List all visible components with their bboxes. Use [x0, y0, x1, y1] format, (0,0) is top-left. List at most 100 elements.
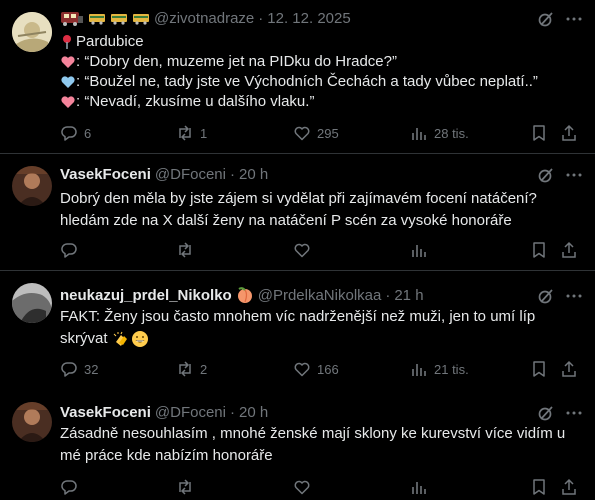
- like-button[interactable]: [293, 240, 317, 260]
- share-icon: [562, 360, 576, 377]
- user-handle[interactable]: @DFoceni: [155, 166, 226, 183]
- views-count: 28 tis.: [434, 125, 469, 141]
- avatar[interactable]: [12, 283, 52, 323]
- share-icon: [562, 124, 576, 141]
- views-icon: [412, 128, 426, 140]
- grok-icon[interactable]: [537, 404, 555, 422]
- views-icon: [412, 482, 426, 494]
- views-button[interactable]: 21 tis.: [410, 359, 469, 379]
- post-4[interactable]: VasekFoceni @DFoceni · 20 h Zásadně neso…: [0, 390, 595, 500]
- post-1[interactable]: @zivotnadraze · 12. 12. 2025 Pardubice :…: [0, 0, 595, 150]
- grok-icon[interactable]: [537, 287, 555, 305]
- separator-dot: ·: [229, 403, 235, 421]
- text-line: : “Dobry den, muzeme jet na PIDku do Hra…: [76, 53, 397, 70]
- share-button[interactable]: [560, 477, 578, 497]
- like-button[interactable]: 166: [293, 359, 339, 379]
- separator-dot: ·: [385, 286, 391, 304]
- text-line: : “Nevadí, zkusíme u dalšího vlaku.”: [76, 93, 315, 110]
- user-handle[interactable]: @DFoceni: [155, 404, 226, 421]
- like-button[interactable]: 295: [293, 123, 339, 143]
- repost-icon: [179, 242, 191, 258]
- bookmark-button[interactable]: [530, 123, 548, 143]
- like-count: 166: [317, 361, 339, 377]
- share-button[interactable]: [560, 240, 578, 260]
- text-line: Pardubice: [76, 33, 144, 50]
- repost-button[interactable]: 1: [176, 123, 207, 143]
- views-button[interactable]: [410, 240, 434, 260]
- user-handle[interactable]: @PrdelkaNikolkaa: [258, 287, 382, 304]
- reply-button[interactable]: [60, 240, 84, 260]
- timestamp[interactable]: 20 h: [239, 404, 268, 421]
- share-icon: [562, 478, 576, 495]
- like-button[interactable]: [293, 477, 317, 497]
- reply-button[interactable]: [60, 477, 84, 497]
- grinning-face-emoji: [131, 330, 149, 348]
- avatar[interactable]: [12, 402, 52, 442]
- views-button[interactable]: [410, 477, 434, 497]
- post-3[interactable]: neukazuj_prdel_Nikolko @PrdelkaNikolkaa …: [0, 271, 595, 383]
- more-icon[interactable]: [565, 287, 583, 305]
- more-icon[interactable]: [565, 10, 583, 28]
- post-header: VasekFoceni @DFoceni · 20 h: [60, 402, 268, 422]
- post-text: FAKT: Ženy jsou často mnohem víc nadržen…: [60, 307, 580, 349]
- reply-button[interactable]: 32: [60, 359, 98, 379]
- text-line: skrývat: [60, 330, 108, 347]
- avatar[interactable]: [12, 166, 52, 206]
- action-bar: [60, 477, 580, 497]
- post-text: Dobrý den měla by jste zájem si vydělat …: [60, 189, 580, 231]
- grok-icon[interactable]: [537, 166, 555, 184]
- reply-icon: [61, 243, 77, 258]
- text-line: hledám zde na X další ženy na natáčení P…: [60, 212, 512, 229]
- light-blue-heart-emoji: [60, 74, 76, 90]
- views-button[interactable]: 28 tis.: [410, 123, 469, 143]
- post-header: neukazuj_prdel_Nikolko @PrdelkaNikolkaa …: [60, 285, 424, 305]
- views-icon: [412, 364, 426, 376]
- text-line: FAKT: Ženy jsou často mnohem víc nadržen…: [60, 308, 536, 325]
- post-text: Zásadně nesouhlasím , mnohé ženské mají …: [60, 424, 580, 466]
- bookmark-button[interactable]: [530, 359, 548, 379]
- display-name[interactable]: VasekFoceni: [60, 404, 151, 421]
- repost-count: 2: [200, 361, 208, 377]
- reply-count: 32: [84, 361, 99, 377]
- repost-button[interactable]: [176, 240, 200, 260]
- repost-icon: [179, 125, 191, 141]
- share-icon: [562, 241, 576, 258]
- display-name[interactable]: VasekFoceni: [60, 166, 151, 183]
- bookmark-icon: [533, 479, 545, 495]
- post-text: Pardubice : “Dobry den, muzeme jet na PI…: [60, 32, 580, 112]
- separator-dot: ·: [229, 165, 235, 183]
- text-line: Zásadně nesouhlasím , mnohé ženské mají …: [60, 425, 566, 442]
- repost-button[interactable]: [176, 477, 200, 497]
- clapping-hands-emoji: [112, 330, 130, 348]
- peach-emoji: [236, 286, 254, 304]
- views-icon: [412, 245, 426, 257]
- repost-count: 1: [200, 125, 208, 141]
- separator-dot: ·: [258, 9, 264, 27]
- timestamp[interactable]: 12. 12. 2025: [267, 10, 350, 27]
- repost-button[interactable]: 2: [176, 359, 207, 379]
- more-icon[interactable]: [565, 404, 583, 422]
- timestamp[interactable]: 21 h: [394, 287, 423, 304]
- reply-button[interactable]: 6: [60, 123, 91, 143]
- grok-icon[interactable]: [537, 10, 555, 28]
- reply-icon: [61, 480, 77, 495]
- more-icon[interactable]: [565, 166, 583, 184]
- post-header: @zivotnadraze · 12. 12. 2025: [60, 8, 351, 28]
- railcar-emoji: [110, 9, 128, 27]
- share-button[interactable]: [560, 123, 578, 143]
- views-count: 21 tis.: [434, 361, 469, 377]
- reply-count: 6: [84, 125, 92, 141]
- bookmark-button[interactable]: [530, 477, 548, 497]
- text-line: : “Boužel ne, tady jste ve Východních Če…: [76, 73, 538, 90]
- user-handle[interactable]: @zivotnadraze: [154, 10, 254, 27]
- pink-heart-emoji: [60, 94, 76, 110]
- share-button[interactable]: [560, 359, 578, 379]
- timestamp[interactable]: 20 h: [239, 166, 268, 183]
- post-2[interactable]: VasekFoceni @DFoceni · 20 h Dobrý den mě…: [0, 154, 595, 266]
- pink-heart-emoji: [60, 54, 76, 70]
- avatar[interactable]: [12, 12, 52, 52]
- display-name[interactable]: neukazuj_prdel_Nikolko: [60, 287, 232, 304]
- bookmark-icon: [533, 125, 545, 141]
- repost-icon: [179, 479, 191, 495]
- bookmark-button[interactable]: [530, 240, 548, 260]
